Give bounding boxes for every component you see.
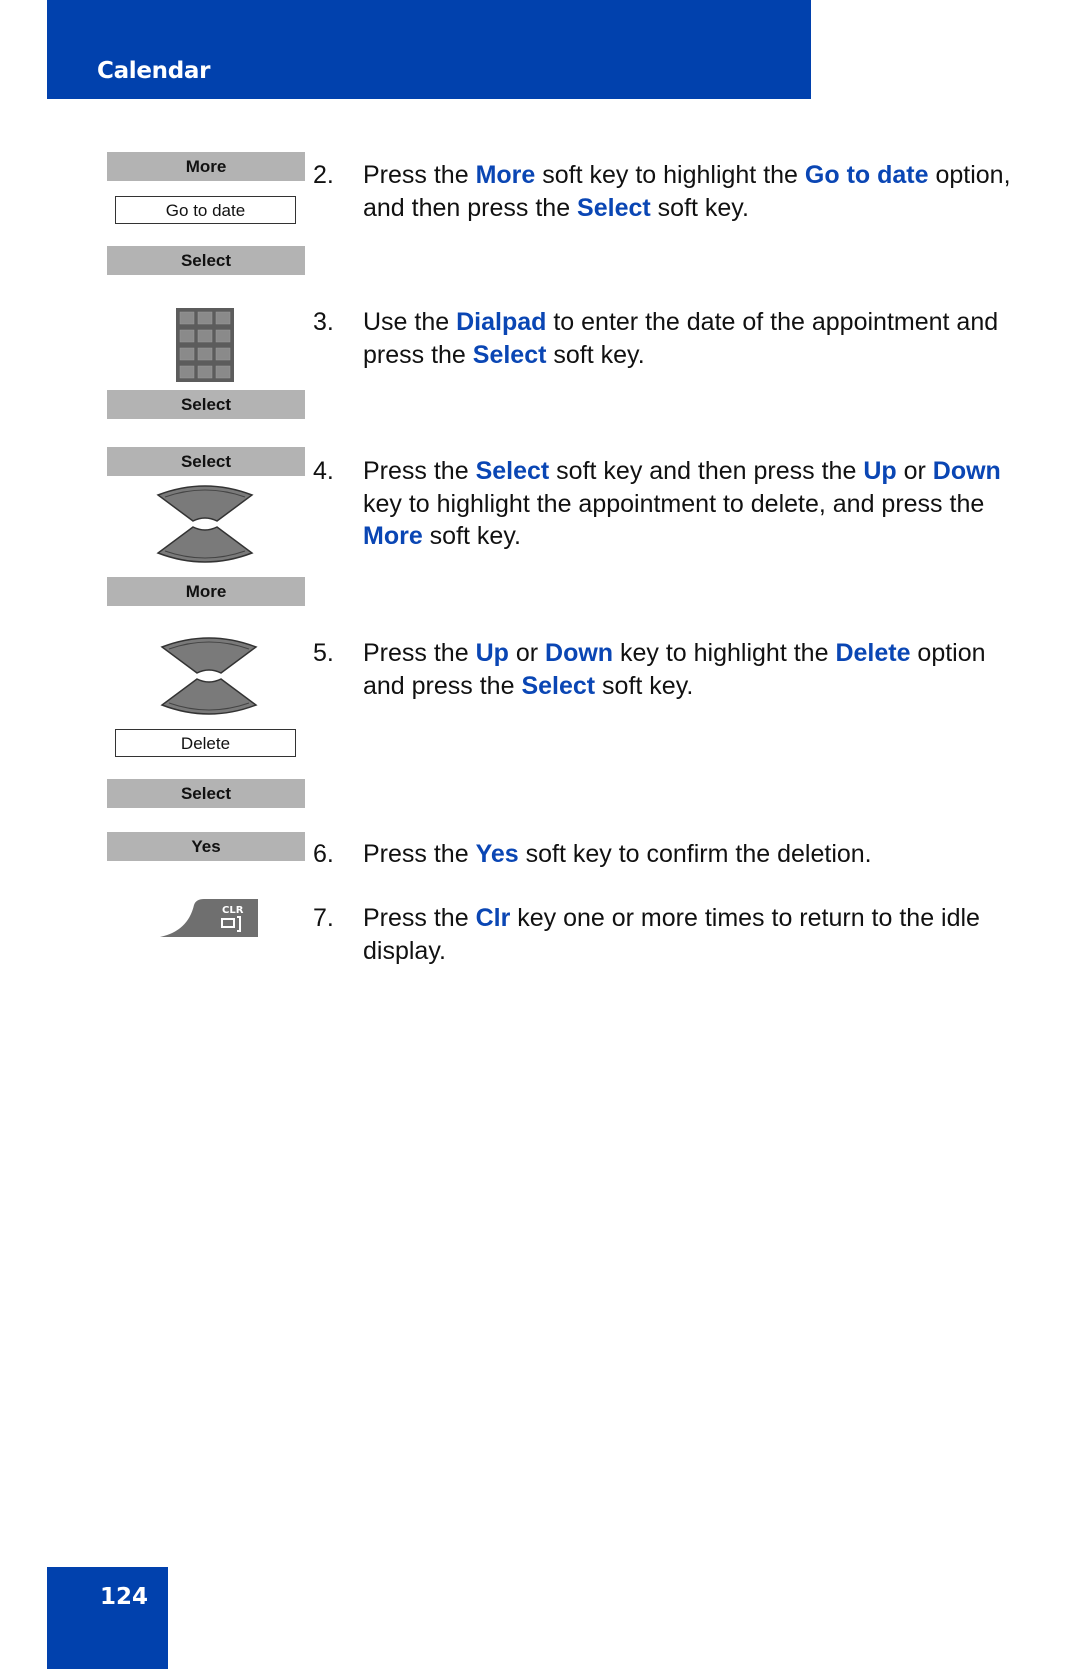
up-down-nav-key-icon xyxy=(156,485,254,563)
keyword: More xyxy=(363,522,423,550)
dialpad-icon xyxy=(176,308,234,382)
step-text: Press the Up or Down key to highlight th… xyxy=(363,637,1013,702)
keyword: Dialpad xyxy=(456,308,547,336)
step-4: 4. Press the Select soft key and then pre… xyxy=(313,455,1013,553)
keyword: More xyxy=(475,161,536,189)
chapter-header: Calendar xyxy=(47,0,811,99)
keyword: Up xyxy=(475,639,509,667)
text-run: soft key and then press the xyxy=(549,457,864,485)
keyword: Delete xyxy=(835,639,911,667)
step-5: 5. Press the Up or Down key to highlight … xyxy=(313,637,1013,702)
step-text: Use the Dialpad to enter the date of the… xyxy=(363,306,1013,371)
step-7: 7. Press the Clr key one or more times to… xyxy=(313,902,1013,967)
text-run: Press the xyxy=(363,639,476,667)
softkey-more: More xyxy=(107,152,305,181)
keyword: Yes xyxy=(475,840,519,868)
text-run: Press the xyxy=(363,457,476,485)
step-number: 3. xyxy=(313,308,334,336)
step-number: 2. xyxy=(313,161,334,189)
keyword: Select xyxy=(521,671,596,700)
step-text: Press the Clr key one or more times to r… xyxy=(363,902,1013,967)
keyword: Up xyxy=(863,457,897,485)
clr-key-label: CLR xyxy=(222,905,244,916)
text-run: key to highlight the xyxy=(613,639,836,667)
text-run: soft key to highlight the xyxy=(535,161,805,189)
step-number: 6. xyxy=(313,840,334,868)
text-run: or xyxy=(508,639,546,667)
keyword: Select xyxy=(472,340,547,369)
softkey-yes: Yes xyxy=(107,832,305,861)
display-delete: Delete xyxy=(115,729,296,757)
keyword: Down xyxy=(545,639,614,667)
text-run: soft key. xyxy=(650,193,749,222)
display-go-to-date: Go to date xyxy=(115,196,296,224)
keyword: Select xyxy=(475,457,550,485)
step-text: Press the Select soft key and then press… xyxy=(363,455,1013,553)
step-text: Press the More soft key to highlight the… xyxy=(363,159,1013,224)
softkey-more: More xyxy=(107,577,305,606)
softkey-select: Select xyxy=(107,390,305,419)
keyword: Go to date xyxy=(804,161,929,189)
text-run: soft key to confirm the deletion. xyxy=(518,840,872,868)
step-number: 4. xyxy=(313,457,334,485)
step-2: 2. Press the More soft key to highlight t… xyxy=(313,159,1013,224)
up-down-nav-key-icon xyxy=(160,637,258,715)
text-run: Press the xyxy=(363,904,476,932)
text-run: Press the xyxy=(363,840,476,868)
page-footer: 124 xyxy=(47,1567,168,1669)
text-run: Press the xyxy=(363,161,476,189)
softkey-select: Select xyxy=(107,447,305,476)
text-run: key to highlight the appointment to dele… xyxy=(363,489,985,518)
step-3: 3. Use the Dialpad to enter the date of t… xyxy=(313,306,1013,371)
softkey-select: Select xyxy=(107,246,305,275)
keyword: Select xyxy=(577,193,651,222)
chapter-title: Calendar xyxy=(97,58,211,84)
keyword: Clr xyxy=(475,904,511,932)
text-run: or xyxy=(896,457,933,485)
clr-key-icon: CLR xyxy=(160,899,258,937)
keyword: Down xyxy=(932,457,1001,485)
step-text: Press the Yes soft key to confirm the de… xyxy=(363,838,1013,871)
text-run: Use the xyxy=(363,308,457,336)
text-run: soft key. xyxy=(422,522,521,550)
step-number: 5. xyxy=(313,639,334,667)
page-number: 124 xyxy=(100,1584,149,1610)
step-6: 6. Press the Yes soft key to confirm the … xyxy=(313,838,1013,871)
text-run: soft key. xyxy=(546,340,645,369)
softkey-select: Select xyxy=(107,779,305,808)
step-number: 7. xyxy=(313,904,334,932)
text-run: soft key. xyxy=(595,671,694,700)
